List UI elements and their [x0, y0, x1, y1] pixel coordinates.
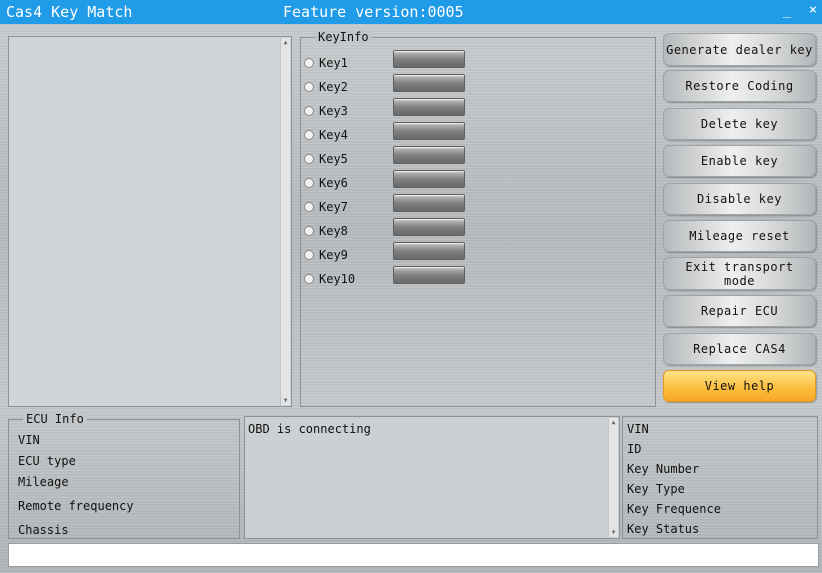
close-button[interactable]: ×: [804, 2, 822, 22]
key-row-7: Key7: [304, 194, 474, 218]
view-help-button[interactable]: View help: [663, 370, 816, 402]
key1-radio[interactable]: [304, 58, 314, 68]
key8-label: Key8: [319, 224, 348, 238]
ecu-vin-label: VIN: [18, 433, 40, 447]
key4-label: Key4: [319, 128, 348, 142]
key9-slot-button[interactable]: [393, 242, 465, 260]
key8-slot-button[interactable]: [393, 218, 465, 236]
ecu-info-group: ECU Info VIN ECU type Mileage Remote fre…: [8, 412, 240, 539]
delete-key-button[interactable]: Delete key: [663, 108, 816, 140]
key-row-4: Key4: [304, 122, 474, 146]
key7-label: Key7: [319, 200, 348, 214]
enable-key-button[interactable]: Enable key: [663, 145, 816, 177]
key9-radio[interactable]: [304, 250, 314, 260]
log-output-box[interactable]: OBD is connecting ▲ ▼: [244, 416, 620, 539]
key-row-9: Key9: [304, 242, 474, 266]
keyinfo-group: KeyInfo Key1 Key2 Key3 Key4 Key5 Key6 Ke…: [300, 30, 656, 407]
ecu-type-label: ECU type: [18, 454, 76, 468]
key-row-2: Key2: [304, 74, 474, 98]
detail-vin-label: VIN: [627, 422, 649, 436]
window-title: Cas4 Key Match: [6, 3, 133, 21]
log-text: OBD is connecting: [248, 422, 371, 436]
key10-slot-button[interactable]: [393, 266, 465, 284]
exit-transport-mode-button[interactable]: Exit transport mode: [663, 257, 816, 290]
key4-slot-button[interactable]: [393, 122, 465, 140]
detail-key-type-label: Key Type: [627, 482, 685, 496]
key10-label: Key10: [319, 272, 356, 286]
key-row-1: Key1: [304, 50, 474, 74]
key-row-8: Key8: [304, 218, 474, 242]
ecu-chassis-label: Chassis: [18, 523, 69, 537]
key-row-5: Key5: [304, 146, 474, 170]
keyinfo-label: KeyInfo: [315, 30, 372, 44]
key2-radio[interactable]: [304, 82, 314, 92]
key6-radio[interactable]: [304, 178, 314, 188]
feature-version: Feature version:0005: [283, 3, 464, 21]
key2-slot-button[interactable]: [393, 74, 465, 92]
ecu-info-label: ECU Info: [23, 412, 87, 426]
key-row-6: Key6: [304, 170, 474, 194]
key-row-10: Key10: [304, 266, 474, 290]
key3-label: Key3: [319, 104, 348, 118]
ecu-mileage-label: Mileage: [18, 475, 69, 489]
key10-radio[interactable]: [304, 274, 314, 284]
ecu-remote-frequency-label: Remote frequency: [18, 499, 134, 513]
detail-key-frequence-label: Key Frequence: [627, 502, 721, 516]
replace-cas4-button[interactable]: Replace CAS4: [663, 333, 816, 365]
log-scroll-down-icon[interactable]: ▼: [609, 528, 618, 537]
mileage-reset-button[interactable]: Mileage reset: [663, 220, 816, 252]
left-list-box[interactable]: ▲ ▼: [8, 36, 292, 407]
key7-slot-button[interactable]: [393, 194, 465, 212]
key4-radio[interactable]: [304, 130, 314, 140]
key3-slot-button[interactable]: [393, 98, 465, 116]
detail-id-label: ID: [627, 442, 642, 456]
key8-radio[interactable]: [304, 226, 314, 236]
key1-slot-button[interactable]: [393, 50, 465, 68]
disable-key-button[interactable]: Disable key: [663, 183, 816, 215]
key6-slot-button[interactable]: [393, 170, 465, 188]
minimize-button[interactable]: _: [778, 2, 796, 22]
left-list-scrollbar[interactable]: ▲ ▼: [280, 38, 290, 405]
key5-slot-button[interactable]: [393, 146, 465, 164]
title-bar: Cas4 Key Match Feature version:0005 _ ×: [0, 0, 822, 24]
key3-radio[interactable]: [304, 106, 314, 116]
scroll-down-icon[interactable]: ▼: [281, 396, 290, 405]
key5-label: Key5: [319, 152, 348, 166]
key2-label: Key2: [319, 80, 348, 94]
generate-dealer-key-button[interactable]: Generate dealer key: [663, 33, 816, 66]
key9-label: Key9: [319, 248, 348, 262]
log-scroll-up-icon[interactable]: ▲: [609, 418, 618, 427]
status-input-bar[interactable]: [8, 543, 819, 567]
key-row-3: Key3: [304, 98, 474, 122]
key7-radio[interactable]: [304, 202, 314, 212]
key5-radio[interactable]: [304, 154, 314, 164]
repair-ecu-button[interactable]: Repair ECU: [663, 295, 816, 327]
key1-label: Key1: [319, 56, 348, 70]
detail-key-number-label: Key Number: [627, 462, 700, 476]
scroll-up-icon[interactable]: ▲: [281, 38, 290, 47]
key6-label: Key6: [319, 176, 348, 190]
log-scrollbar[interactable]: ▲ ▼: [608, 418, 618, 537]
restore-coding-button[interactable]: Restore Coding: [663, 70, 816, 102]
key-detail-panel: VIN ID Key Number Key Type Key Frequence…: [622, 416, 818, 539]
detail-key-status-label: Key Status: [627, 522, 700, 536]
